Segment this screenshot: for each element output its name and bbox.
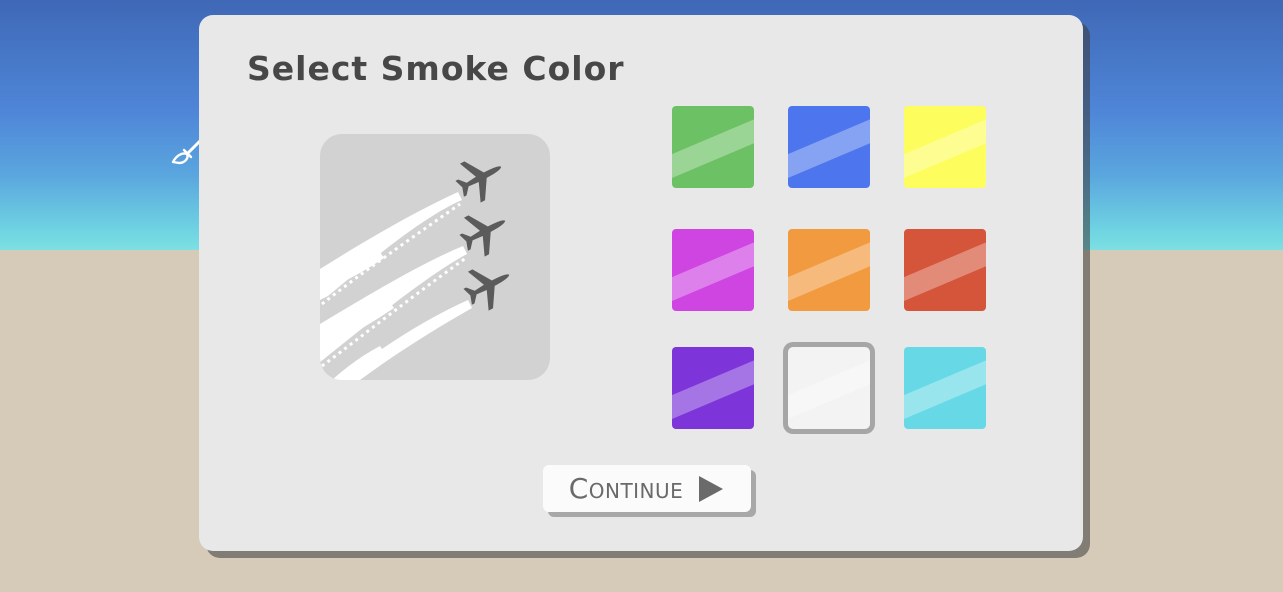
swatch-yellow[interactable] xyxy=(904,106,986,188)
swatch-shine xyxy=(788,352,870,424)
swatch-blue[interactable] xyxy=(788,106,870,188)
continue-button[interactable]: Continue xyxy=(543,465,751,512)
swatch-red[interactable] xyxy=(904,229,986,311)
dialog-title: Select Smoke Color xyxy=(247,49,625,88)
swatch-shine xyxy=(904,352,986,424)
swatch-shine xyxy=(904,234,986,306)
game-scene: Select Smoke Color Continue xyxy=(0,0,1283,592)
swatch-orange[interactable] xyxy=(788,229,870,311)
smoke-color-dialog: Select Smoke Color Continue xyxy=(199,15,1083,551)
swatch-white[interactable] xyxy=(788,347,870,429)
play-arrow-icon xyxy=(699,475,724,502)
swatch-shine xyxy=(788,111,870,183)
swatch-shine xyxy=(672,234,754,306)
swatch-shine xyxy=(904,111,986,183)
swatch-shine xyxy=(672,352,754,424)
continue-label: Continue xyxy=(568,471,684,505)
swatch-shine xyxy=(672,111,754,183)
jet-formation-smoke-icon xyxy=(320,147,520,380)
swatch-cyan[interactable] xyxy=(904,347,986,429)
swatch-purple[interactable] xyxy=(672,347,754,429)
smoke-preview xyxy=(320,134,550,380)
swatch-shine xyxy=(788,234,870,306)
swatch-green[interactable] xyxy=(672,106,754,188)
swatch-magenta[interactable] xyxy=(672,229,754,311)
